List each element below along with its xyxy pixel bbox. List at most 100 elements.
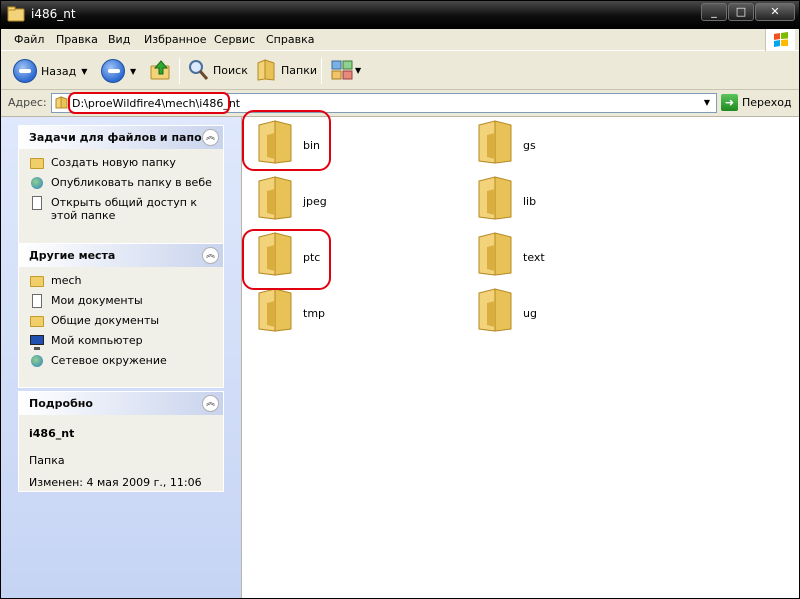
detail-type: Папка bbox=[29, 454, 65, 467]
chevron-down-icon[interactable]: ▼ bbox=[130, 67, 136, 76]
place-label: Сетевое окружение bbox=[51, 354, 167, 367]
folder-icon bbox=[258, 288, 292, 332]
details-panel-header[interactable]: Подробно ︽ bbox=[19, 392, 223, 415]
address-highlight-annotation bbox=[68, 92, 230, 114]
menu-file[interactable]: Файл bbox=[14, 33, 44, 46]
explorer-window: i486_nt _ □ ✕ Файл Правка Вид Избранное … bbox=[0, 0, 800, 599]
task-pane: Задачи для файлов и папок ︽ Создать нову… bbox=[1, 116, 241, 598]
toolbar-separator bbox=[321, 58, 322, 84]
folder-icon bbox=[55, 96, 68, 109]
folder-icon bbox=[478, 120, 512, 164]
forward-arrow-icon bbox=[101, 59, 125, 83]
toolbar-separator bbox=[179, 58, 180, 84]
folder-icon bbox=[258, 176, 292, 220]
my-documents-icon bbox=[29, 293, 45, 309]
menu-edit[interactable]: Правка bbox=[56, 33, 98, 46]
place-network[interactable]: Сетевое окружение bbox=[29, 353, 215, 369]
chevron-down-icon[interactable]: ▼ bbox=[81, 67, 87, 76]
maximize-button[interactable]: □ bbox=[728, 3, 754, 21]
chevron-down-icon[interactable]: ▼ bbox=[355, 66, 361, 75]
highlight-annotation-bin bbox=[242, 110, 331, 171]
detail-modified: Изменен: 4 мая 2009 г., 11:06 bbox=[29, 476, 202, 489]
folder-icon bbox=[478, 288, 512, 332]
back-arrow-icon bbox=[13, 59, 37, 83]
folders-icon bbox=[257, 59, 275, 81]
window-title: i486_nt bbox=[31, 7, 76, 21]
go-label: Переход bbox=[742, 96, 792, 109]
place-label: Мой компьютер bbox=[51, 334, 143, 347]
place-my-computer[interactable]: Мой компьютер bbox=[29, 333, 215, 350]
place-mech[interactable]: mech bbox=[29, 273, 215, 289]
place-label: Общие документы bbox=[51, 314, 160, 327]
search-button[interactable]: Поиск bbox=[187, 58, 248, 82]
panel-title: Другие места bbox=[29, 249, 116, 262]
go-arrow-icon: ➜ bbox=[721, 94, 738, 111]
folder-text[interactable]: text bbox=[475, 231, 655, 283]
menu-bar: Файл Правка Вид Избранное Сервис Справка bbox=[1, 29, 799, 51]
folder-jpeg[interactable]: jpeg bbox=[255, 175, 435, 227]
task-publish-web[interactable]: Опубликовать папку в вебе bbox=[29, 175, 215, 191]
folder-label: tmp bbox=[303, 307, 326, 320]
place-shared-documents[interactable]: Общие документы bbox=[29, 313, 215, 329]
title-bar[interactable]: i486_nt _ □ ✕ bbox=[1, 1, 799, 29]
shared-documents-icon bbox=[29, 313, 45, 329]
collapse-icon[interactable]: ︽ bbox=[202, 395, 219, 412]
folder-icon bbox=[29, 273, 45, 289]
highlight-annotation-ptc bbox=[242, 229, 331, 290]
tasks-panel: Задачи для файлов и папок ︽ Создать нову… bbox=[18, 125, 224, 244]
place-my-documents[interactable]: Мои документы bbox=[29, 293, 215, 309]
task-label: Создать новую папку bbox=[51, 156, 176, 169]
share-icon bbox=[29, 195, 45, 211]
menu-help[interactable]: Справка bbox=[266, 33, 314, 46]
folder-ug[interactable]: ug bbox=[475, 287, 655, 339]
folder-icon bbox=[478, 232, 512, 276]
back-button[interactable]: Назад ▼ bbox=[13, 59, 87, 83]
address-label: Адрес: bbox=[8, 96, 47, 109]
chevron-down-icon[interactable]: ▼ bbox=[699, 95, 715, 111]
file-list-pane: bin gs jpeg lib ptc text tmp ug bbox=[241, 110, 799, 598]
folder-icon bbox=[7, 6, 25, 22]
folders-label: Папки bbox=[281, 63, 317, 77]
web-publish-icon bbox=[29, 175, 45, 191]
menu-tools[interactable]: Сервис bbox=[214, 33, 255, 46]
menu-view[interactable]: Вид bbox=[108, 33, 130, 46]
folder-label: ug bbox=[523, 307, 537, 320]
collapse-icon[interactable]: ︽ bbox=[202, 129, 219, 146]
go-button[interactable]: ➜ Переход bbox=[721, 94, 792, 111]
up-folder-icon bbox=[150, 60, 170, 80]
windows-logo-icon bbox=[765, 29, 795, 51]
detail-name: i486_nt bbox=[29, 427, 75, 440]
folder-label: text bbox=[523, 251, 545, 264]
folders-button[interactable]: Папки bbox=[255, 58, 317, 82]
folder-label: jpeg bbox=[303, 195, 327, 208]
tasks-panel-header[interactable]: Задачи для файлов и папок ︽ bbox=[19, 126, 223, 149]
toolbar: Назад ▼ ▼ Поиск Папки ▼ bbox=[1, 52, 799, 90]
task-label: Открыть общий доступ к этой папке bbox=[51, 196, 198, 222]
details-panel: Подробно ︽ i486_nt Папка Изменен: 4 мая … bbox=[18, 391, 224, 492]
forward-button[interactable]: ▼ bbox=[101, 59, 136, 83]
collapse-icon[interactable]: ︽ bbox=[202, 247, 219, 264]
place-label: Мои документы bbox=[51, 294, 143, 307]
new-folder-icon bbox=[29, 155, 45, 171]
up-folder-button[interactable] bbox=[149, 58, 173, 82]
menu-favorites[interactable]: Избранное bbox=[144, 33, 206, 46]
panel-title: Подробно bbox=[29, 397, 93, 410]
places-panel-header[interactable]: Другие места ︽ bbox=[19, 244, 223, 267]
folder-tmp[interactable]: tmp bbox=[255, 287, 435, 339]
task-label: Опубликовать папку в вебе bbox=[51, 176, 212, 189]
minimize-button[interactable]: _ bbox=[701, 3, 727, 21]
network-icon bbox=[29, 353, 45, 369]
folder-label: lib bbox=[523, 195, 537, 208]
place-label: mech bbox=[51, 274, 82, 287]
back-label: Назад bbox=[41, 64, 77, 78]
views-button[interactable]: ▼ bbox=[331, 60, 361, 80]
folder-gs[interactable]: gs bbox=[475, 119, 655, 171]
panel-title: Задачи для файлов и папок bbox=[29, 131, 210, 144]
places-panel: Другие места ︽ mech Мои документы Общие … bbox=[18, 243, 224, 388]
folder-icon bbox=[478, 176, 512, 220]
task-new-folder[interactable]: Создать новую папку bbox=[29, 155, 215, 171]
task-share[interactable]: Открыть общий доступ к этой папке bbox=[29, 195, 215, 222]
close-button[interactable]: ✕ bbox=[755, 3, 795, 21]
folder-label: gs bbox=[523, 139, 536, 152]
folder-lib[interactable]: lib bbox=[475, 175, 655, 227]
